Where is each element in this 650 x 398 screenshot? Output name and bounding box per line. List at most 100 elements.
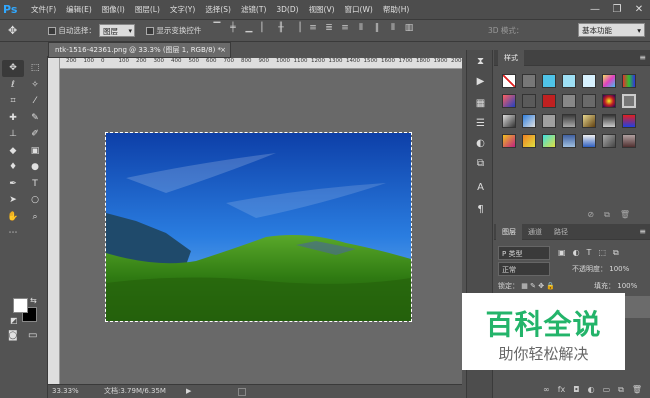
style-swatch[interactable]: [602, 74, 616, 88]
layer-kind-filter[interactable]: P 类型: [498, 246, 550, 260]
foreground-color-swatch[interactable]: [13, 298, 28, 313]
distribute-right-icon[interactable]: ⦀: [388, 23, 398, 33]
distribute-bottom-icon[interactable]: ≡: [340, 23, 350, 33]
character-panel-icon[interactable]: A: [467, 182, 494, 193]
quick-mask-icon[interactable]: ◙: [8, 330, 18, 341]
delete-style-icon[interactable]: 🗑: [620, 210, 630, 224]
style-swatch[interactable]: [582, 134, 596, 148]
menu-help[interactable]: 帮助(H): [378, 0, 415, 20]
filter-shape-icon[interactable]: ⬚: [598, 246, 606, 260]
magic-wand-icon[interactable]: ✧: [24, 77, 46, 94]
history-brush-icon[interactable]: ✐: [24, 126, 46, 143]
menu-window[interactable]: 窗口(W): [340, 0, 378, 20]
new-group-icon[interactable]: ▭: [603, 381, 611, 398]
link-layers-icon[interactable]: ∞: [543, 381, 550, 398]
styles-menu-icon[interactable]: ≡: [639, 50, 646, 66]
style-swatch[interactable]: [542, 134, 556, 148]
swap-colors-icon[interactable]: ⇆: [30, 296, 37, 305]
hand-icon[interactable]: ✋: [2, 209, 24, 226]
move-icon[interactable]: ✥: [2, 60, 24, 77]
delete-layer-icon[interactable]: 🗑: [632, 381, 642, 398]
menu-type[interactable]: 文字(Y): [165, 0, 200, 20]
close-tab-icon[interactable]: ×: [220, 43, 226, 58]
style-swatch[interactable]: [502, 134, 516, 148]
style-swatch[interactable]: [522, 94, 536, 108]
more-tools-icon[interactable]: ⋯: [2, 225, 24, 242]
properties-panel-icon[interactable]: ☰: [467, 118, 494, 129]
style-swatch[interactable]: [502, 94, 516, 108]
healing-brush-icon[interactable]: ✚: [2, 110, 24, 127]
lock-all-icon[interactable]: 🔒: [546, 282, 555, 290]
lasso-icon[interactable]: ℓ: [2, 77, 24, 94]
style-swatch[interactable]: [562, 134, 576, 148]
swatches-panel-icon[interactable]: ▦: [467, 98, 494, 109]
zoom-level[interactable]: 33.33%: [52, 385, 79, 398]
blur-icon[interactable]: ♦: [2, 159, 24, 176]
shape-icon[interactable]: ○: [24, 192, 46, 209]
dodge-icon[interactable]: ●: [24, 159, 46, 176]
tab-layers[interactable]: 图层: [496, 224, 522, 240]
style-swatch[interactable]: [542, 114, 556, 128]
menu-image[interactable]: 图像(I): [97, 0, 130, 20]
type-icon[interactable]: T: [24, 176, 46, 193]
clone-source-icon[interactable]: ⧉: [467, 158, 494, 169]
lock-position-icon[interactable]: ✥: [538, 282, 544, 290]
auto-align-icon[interactable]: ▥: [404, 23, 414, 33]
style-swatch[interactable]: [602, 134, 616, 148]
blend-mode-dropdown[interactable]: 正常: [498, 262, 550, 276]
style-swatch[interactable]: [502, 114, 516, 128]
add-mask-icon[interactable]: ◘: [573, 381, 579, 398]
workspace-dropdown[interactable]: 基本功能: [578, 23, 645, 38]
filter-adjust-icon[interactable]: ◐: [573, 246, 580, 260]
filter-pixel-icon[interactable]: ▣: [558, 246, 566, 260]
eyedropper-icon[interactable]: ⁄: [24, 93, 46, 110]
style-swatch[interactable]: [582, 94, 596, 108]
menu-filter[interactable]: 滤镜(T): [236, 0, 271, 20]
actions-panel-icon[interactable]: ▶: [467, 76, 494, 87]
adjustments-panel-icon[interactable]: ◐: [467, 138, 494, 149]
style-swatch[interactable]: [562, 114, 576, 128]
auto-select-option[interactable]: 自动选择：: [48, 25, 96, 36]
style-swatch[interactable]: [622, 74, 636, 88]
style-swatch[interactable]: [562, 94, 576, 108]
menu-select[interactable]: 选择(S): [200, 0, 236, 20]
align-vcenter-icon[interactable]: ╪: [228, 23, 238, 33]
distribute-left-icon[interactable]: ⦀: [356, 23, 366, 33]
show-transform-checkbox[interactable]: [146, 27, 154, 35]
lock-pixels-icon[interactable]: ▦: [521, 282, 528, 290]
opacity-value[interactable]: 100%: [609, 265, 629, 273]
show-transform-option[interactable]: 显示变换控件: [146, 25, 201, 36]
fill-control[interactable]: 填充： 100%: [594, 279, 637, 293]
style-swatch[interactable]: [542, 94, 556, 108]
style-swatch[interactable]: [522, 134, 536, 148]
screen-mode-icon[interactable]: ▭: [28, 330, 37, 341]
scroll-box[interactable]: [238, 388, 246, 396]
style-swatch[interactable]: [622, 114, 636, 128]
canvas-area[interactable]: [60, 69, 462, 384]
eraser-icon[interactable]: ◆: [2, 143, 24, 160]
brush-icon[interactable]: ✎: [24, 110, 46, 127]
style-swatch[interactable]: [582, 74, 596, 88]
marquee-icon[interactable]: ⬚: [24, 60, 46, 77]
default-colors-icon[interactable]: ◩: [10, 316, 18, 325]
gradient-icon[interactable]: ▣: [24, 143, 46, 160]
restore-icon[interactable]: ❐: [606, 0, 628, 20]
style-swatch[interactable]: [602, 94, 616, 108]
tab-styles[interactable]: 样式: [498, 50, 524, 66]
style-none-swatch[interactable]: [502, 74, 516, 88]
style-swatch[interactable]: [522, 114, 536, 128]
style-swatch[interactable]: [622, 134, 636, 148]
tab-paths[interactable]: 路径: [548, 224, 574, 240]
style-swatch[interactable]: [542, 74, 556, 88]
status-menu-arrow-icon[interactable]: ▶: [186, 385, 191, 398]
style-swatch[interactable]: [562, 74, 576, 88]
zoom-icon[interactable]: ⌕: [24, 209, 46, 226]
menu-3d[interactable]: 3D(D): [271, 0, 303, 20]
auto-select-dropdown[interactable]: 图层: [99, 24, 135, 38]
menu-edit[interactable]: 编辑(E): [61, 0, 97, 20]
layers-menu-icon[interactable]: ≡: [639, 224, 646, 240]
fx-icon[interactable]: fx: [558, 381, 566, 398]
path-select-icon[interactable]: ➤: [2, 192, 24, 209]
fill-value[interactable]: 100%: [617, 282, 637, 290]
close-icon[interactable]: ✕: [628, 0, 650, 20]
